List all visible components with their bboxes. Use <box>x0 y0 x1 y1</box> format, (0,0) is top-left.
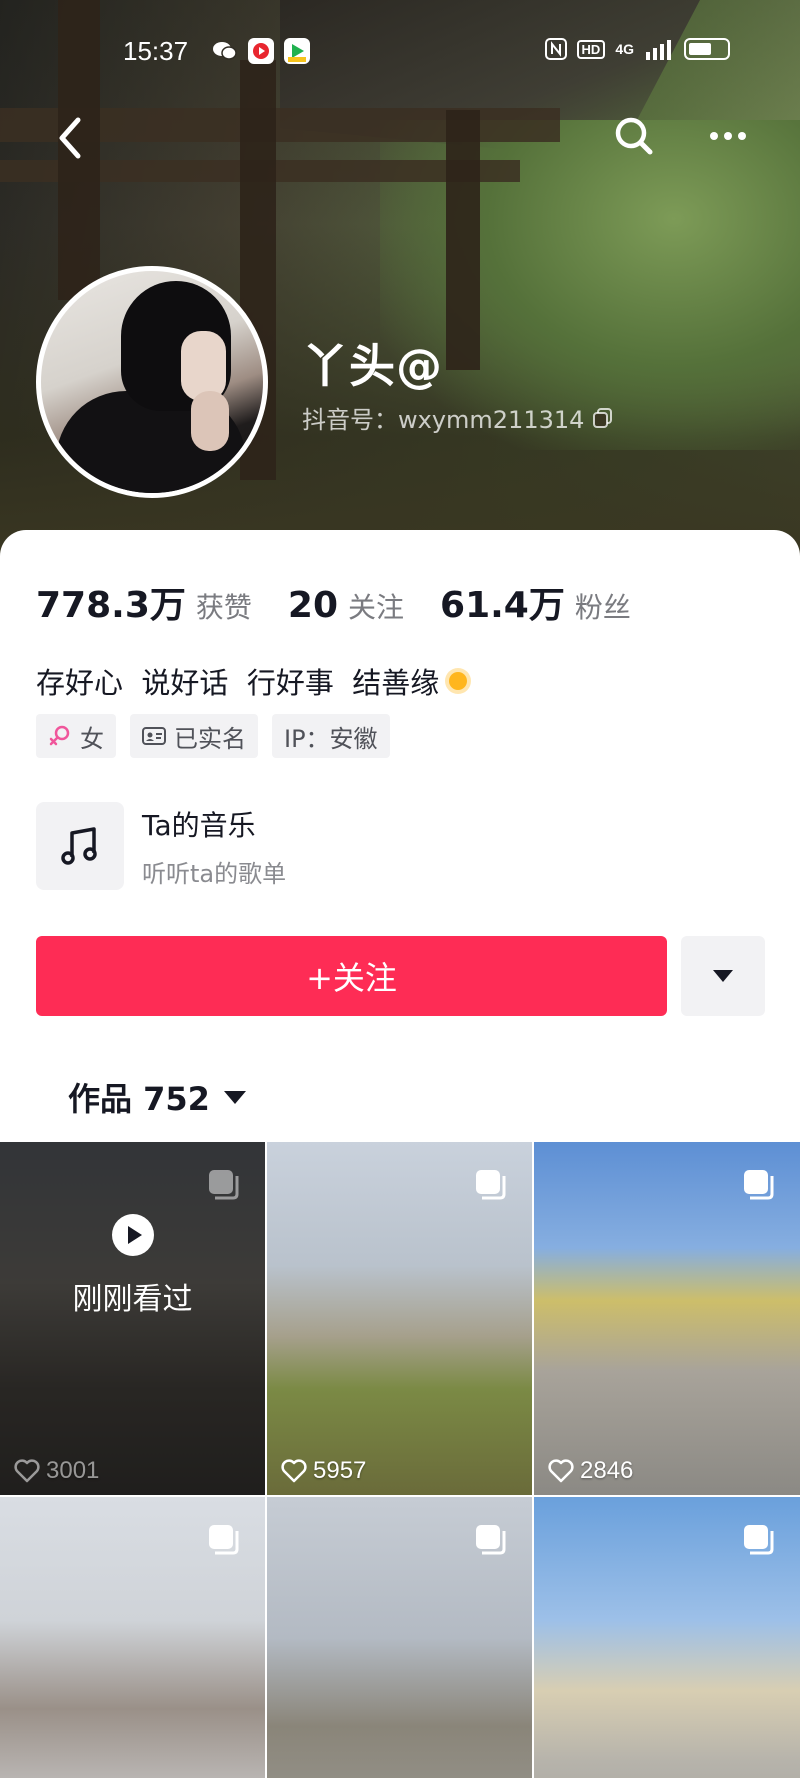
id-card-icon <box>142 727 166 745</box>
tag-label: 女 <box>80 724 104 753</box>
multi-image-icon <box>476 1170 506 1200</box>
heart-icon <box>281 1459 307 1483</box>
profile-panel: 778.3万 获赞 20 关注 61.4万 粉丝 存好心 说好话 行好事 结善缘… <box>0 530 800 1778</box>
multi-image-icon <box>476 1525 506 1555</box>
status-bar: 15:37 HD 4G <box>0 0 800 100</box>
like-count: 2846 <box>548 1457 633 1485</box>
douyin-id-text: 抖音号：wxymm211314 <box>302 406 585 434</box>
like-count: 3001 <box>14 1457 99 1485</box>
tab-works[interactable]: 作品 752 <box>68 1074 246 1120</box>
nfc-icon <box>544 38 567 60</box>
stat-value: 61.4万 <box>440 585 565 626</box>
stat-value: 778.3万 <box>36 585 186 626</box>
video-app-icon <box>248 38 274 64</box>
stat-label: 粉丝 <box>574 591 631 624</box>
caret-down-icon <box>223 1090 246 1104</box>
follow-options-button[interactable] <box>681 936 765 1016</box>
sun-emoji-icon <box>441 664 475 698</box>
status-app-icons <box>212 38 310 64</box>
caret-down-icon <box>713 970 733 982</box>
music-note-icon <box>61 827 97 865</box>
network-type: 4G <box>615 41 634 57</box>
tag-label: 已实名 <box>174 724 246 753</box>
profile-cover: 15:37 HD 4G 丫头@ 抖音号：wxymm211314 <box>0 0 800 560</box>
like-count-value: 2846 <box>580 1457 634 1484</box>
stat-followers[interactable]: 61.4万 粉丝 <box>440 576 631 628</box>
signal-icon <box>646 40 671 60</box>
music-title: Ta的音乐 <box>142 808 256 842</box>
work-item[interactable]: 刚刚看过 3001 <box>0 1142 265 1495</box>
tag-gender: 女 <box>36 714 116 758</box>
tab-works-label: 作品 752 <box>68 1080 210 1118</box>
status-time: 15:37 <box>123 36 189 66</box>
follow-button[interactable]: +关注 <box>36 936 667 1016</box>
tag-verified: 已实名 <box>130 714 258 758</box>
work-item[interactable]: 5957 <box>267 1142 532 1495</box>
douyin-id[interactable]: 抖音号：wxymm211314 <box>302 400 614 435</box>
tag-ip-location: IP：安徽 <box>272 714 390 758</box>
stat-label: 获赞 <box>195 591 252 624</box>
cover-post <box>446 110 480 370</box>
play-icon <box>112 1214 154 1256</box>
stat-following[interactable]: 20 关注 <box>288 585 404 626</box>
copy-icon[interactable] <box>592 407 614 429</box>
more-options-button[interactable] <box>704 112 752 160</box>
battery-icon <box>684 38 730 60</box>
chevron-left-icon <box>59 117 81 159</box>
heart-icon <box>548 1459 574 1483</box>
search-button[interactable] <box>610 112 658 160</box>
multi-image-icon <box>744 1525 774 1555</box>
heart-icon <box>14 1459 40 1483</box>
media-app-icon <box>284 38 310 64</box>
music-icon-box <box>36 802 124 890</box>
nickname: 丫头@ <box>302 339 443 393</box>
multi-image-icon <box>209 1170 239 1200</box>
recently-viewed-label: 刚刚看过 <box>72 1282 193 1317</box>
back-button[interactable] <box>50 112 94 164</box>
work-item[interactable] <box>534 1497 800 1778</box>
multi-image-icon <box>744 1170 774 1200</box>
profile-tags: 女 已实名 IP：安徽 <box>36 714 390 758</box>
search-icon <box>615 117 653 155</box>
stat-label: 关注 <box>348 591 405 624</box>
more-dots-icon <box>710 132 746 140</box>
profile-stats: 778.3万 获赞 20 关注 61.4万 粉丝 <box>36 576 667 628</box>
like-count-value: 3001 <box>46 1457 100 1484</box>
profile-bio: 存好心 说好话 行好事 结善缘 <box>36 660 475 702</box>
multi-image-icon <box>209 1525 239 1555</box>
works-grid: 刚刚看过 3001 5957 2846 <box>0 1142 800 1778</box>
avatar[interactable] <box>36 266 268 498</box>
work-item[interactable] <box>0 1497 265 1778</box>
like-count: 5957 <box>281 1457 366 1485</box>
music-subtitle: 听听ta的歌单 <box>142 859 287 888</box>
female-icon <box>49 725 70 746</box>
like-count-value: 5957 <box>313 1457 367 1484</box>
work-item[interactable]: 2846 <box>534 1142 800 1495</box>
tag-label: IP：安徽 <box>284 724 378 753</box>
wechat-icon <box>212 38 238 64</box>
bio-text: 存好心 说好话 行好事 结善缘 <box>36 666 440 700</box>
stat-likes[interactable]: 778.3万 获赞 <box>36 576 252 628</box>
music-text: Ta的音乐 听听ta的歌单 <box>142 804 286 889</box>
status-indicators: HD 4G <box>544 38 730 60</box>
hd-badge: HD <box>576 39 606 59</box>
stat-value: 20 <box>287 585 338 626</box>
music-entry[interactable]: Ta的音乐 听听ta的歌单 <box>36 802 286 890</box>
work-item[interactable] <box>267 1497 532 1778</box>
